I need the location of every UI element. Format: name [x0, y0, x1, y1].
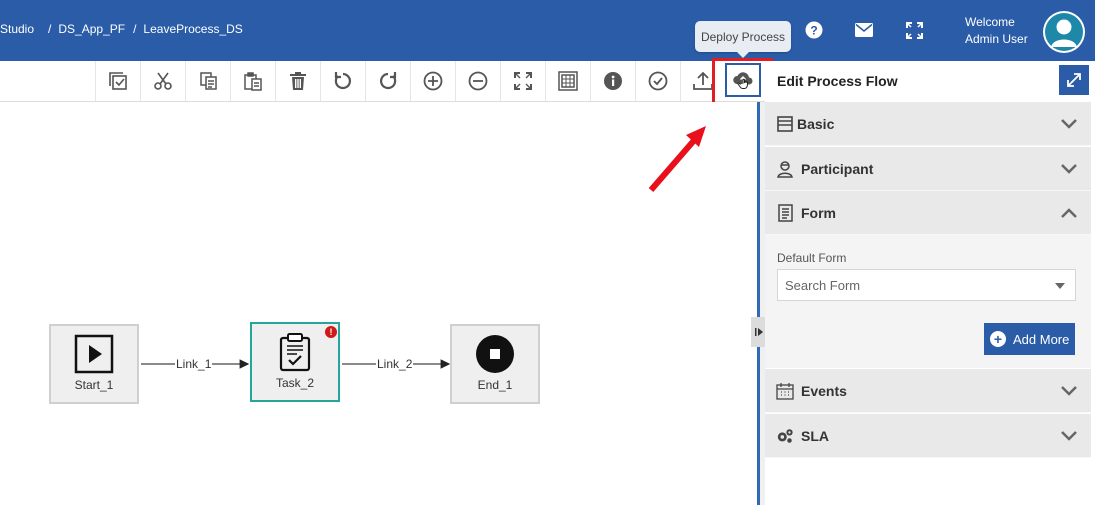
- section-form[interactable]: Form: [765, 191, 1091, 235]
- participant-icon: [776, 160, 794, 178]
- fullscreen-icon[interactable]: [904, 20, 924, 40]
- default-form-label: Default Form: [777, 251, 847, 265]
- calendar-icon: [776, 382, 794, 400]
- search-form-select[interactable]: Search Form: [777, 269, 1076, 301]
- mail-icon[interactable]: [854, 20, 874, 40]
- end-node[interactable]: End_1: [450, 324, 540, 404]
- search-form-placeholder: Search Form: [785, 278, 861, 293]
- form-section-body: Default Form Search Form + Add More: [765, 235, 1091, 368]
- user-name: Admin User: [965, 32, 1028, 46]
- chevron-down-icon[interactable]: [1059, 159, 1079, 179]
- chevron-up-icon[interactable]: [1059, 203, 1079, 223]
- form-icon: [776, 204, 794, 222]
- avatar[interactable]: [1043, 11, 1085, 53]
- welcome-label: Welcome: [965, 15, 1015, 29]
- collapse-arrow-icon: [755, 328, 763, 336]
- gears-icon: [776, 427, 794, 445]
- end-node-label: End_1: [477, 378, 513, 392]
- start-node-label: Start_1: [74, 378, 114, 392]
- svg-text:?: ?: [810, 24, 817, 38]
- expand-panel-button[interactable]: [1059, 65, 1089, 95]
- expand-icon: [1067, 73, 1081, 87]
- link-1-label[interactable]: Link_1: [175, 357, 213, 371]
- edit-process-panel: Edit Process Flow Basic Participant Form…: [765, 61, 1095, 505]
- section-sla-label: SLA: [801, 428, 829, 444]
- panel-title: Edit Process Flow: [777, 73, 898, 89]
- chevron-down-icon[interactable]: [1059, 381, 1079, 401]
- section-events-label: Events: [801, 383, 847, 399]
- section-sla[interactable]: SLA: [765, 414, 1091, 458]
- dropdown-caret-icon: [1055, 283, 1065, 289]
- welcome-text: Welcome Admin User: [965, 14, 1028, 48]
- basic-icon: [776, 115, 794, 133]
- clipboard-check-icon: [279, 333, 311, 372]
- stop-icon: [476, 335, 514, 373]
- process-diagram: [141, 126, 706, 369]
- add-more-button[interactable]: + Add More: [984, 323, 1075, 355]
- task-node-label: Task_2: [275, 376, 315, 390]
- section-participant-label: Participant: [801, 161, 874, 177]
- section-form-label: Form: [801, 205, 836, 221]
- section-events[interactable]: Events: [765, 369, 1091, 413]
- section-basic[interactable]: Basic: [765, 102, 1091, 146]
- app-root: Studio / DS_App_PF / LeaveProcess_DS Dep…: [0, 0, 1095, 505]
- section-participant[interactable]: Participant: [765, 147, 1091, 191]
- add-more-label: Add More: [1013, 331, 1070, 347]
- link-2-label[interactable]: Link_2: [376, 357, 414, 371]
- help-icon[interactable]: ?: [804, 20, 824, 40]
- plus-circle-icon: +: [990, 331, 1006, 347]
- section-basic-label: Basic: [797, 116, 835, 132]
- panel-splitter[interactable]: [757, 102, 765, 505]
- chevron-down-icon[interactable]: [1059, 426, 1079, 446]
- annotation-arrow: [648, 135, 700, 192]
- error-badge-icon[interactable]: !: [325, 326, 337, 338]
- start-node[interactable]: Start_1: [49, 324, 139, 404]
- chevron-down-icon[interactable]: [1059, 114, 1079, 134]
- play-icon: [74, 334, 114, 374]
